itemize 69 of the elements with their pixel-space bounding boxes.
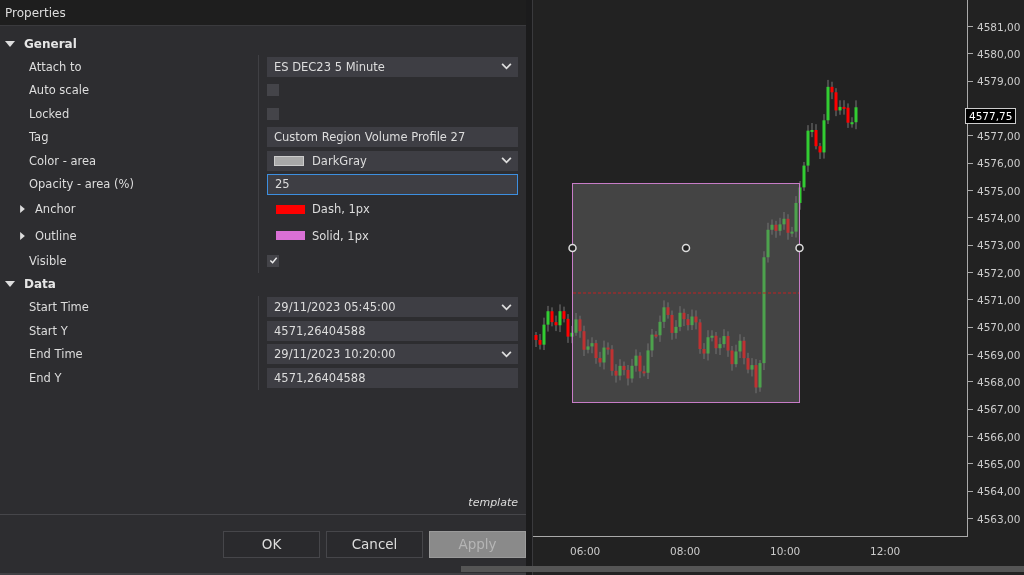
section-label: Data <box>24 277 56 291</box>
text-field[interactable]: 4571,26404588 <box>267 367 518 388</box>
chevron-icon <box>501 303 512 311</box>
property-label: Start Y <box>29 323 68 338</box>
section-label: General <box>24 36 77 51</box>
price-label: 4571,00 <box>977 293 1021 306</box>
property-label: Anchor <box>35 202 76 217</box>
price-label: 4569,00 <box>977 348 1021 361</box>
expander-icon[interactable] <box>5 279 15 289</box>
property-label: Opacity - area (%) <box>29 177 134 192</box>
price-label: 4580,00 <box>977 48 1021 60</box>
time-label: 06:00 <box>570 545 602 557</box>
price-label: 4576,00 <box>977 157 1021 170</box>
property-label: Locked <box>29 106 70 121</box>
checkbox[interactable] <box>267 84 279 97</box>
section-header[interactable]: Data <box>0 272 526 296</box>
dropdown-field[interactable]: 29/11/2023 05:45:00 <box>267 297 518 318</box>
expander-icon[interactable] <box>20 231 25 240</box>
property-label: Attach to <box>29 59 82 74</box>
price-label: 4573,00 <box>977 239 1021 252</box>
price-label: 4567,00 <box>977 403 1021 416</box>
input-field[interactable]: 25 <box>267 173 518 195</box>
chevron-icon <box>501 157 512 165</box>
template-link[interactable]: template <box>468 496 518 509</box>
price-label: 4575,00 <box>977 184 1021 197</box>
property-label: Auto scale <box>29 83 89 98</box>
price-label: 4579,00 <box>977 75 1021 88</box>
dialog-button[interactable]: OK <box>223 530 320 558</box>
scrollbar[interactable] <box>461 566 1024 572</box>
property-label: Outline <box>35 228 77 243</box>
property-label: Start Time <box>29 300 89 315</box>
price-label: 4568,00 <box>977 375 1021 388</box>
price-label: 4563,00 <box>977 512 1021 525</box>
checkbox[interactable] <box>267 254 279 267</box>
property-label: Color - area <box>29 153 97 168</box>
window-title: Properties <box>5 5 66 20</box>
price-label: 4577,00 <box>977 129 1021 142</box>
expander-icon[interactable] <box>5 38 15 49</box>
chevron-icon <box>501 63 512 71</box>
color-dropdown[interactable]: DarkGray <box>267 150 518 171</box>
current-price-marker: 4577,75 <box>965 108 1017 125</box>
section-header[interactable]: General <box>0 32 526 55</box>
chevron-icon <box>501 350 512 358</box>
resize-handle[interactable] <box>795 243 804 253</box>
resize-handle[interactable] <box>681 243 691 253</box>
resize-handle[interactable] <box>568 243 577 253</box>
property-label: End Time <box>29 347 83 362</box>
price-label: 4581,00 <box>977 20 1021 33</box>
dropdown-field[interactable]: 29/11/2023 10:20:00 <box>267 344 518 365</box>
stroke-value: Dash, 1px <box>312 202 370 217</box>
property-label: Visible <box>29 253 67 268</box>
price-label: 4564,00 <box>977 485 1021 498</box>
price-label: 4570,00 <box>977 321 1021 334</box>
property-label: End Y <box>29 370 62 385</box>
text-field[interactable]: Custom Region Volume Profile 27 <box>267 127 518 148</box>
stroke-value: Solid, 1px <box>312 228 369 243</box>
dropdown-field[interactable]: ES DEC23 5 Minute <box>267 56 518 77</box>
dialog-button[interactable]: Cancel <box>326 530 423 558</box>
time-label: 12:00 <box>870 545 902 557</box>
expander-icon[interactable] <box>20 205 25 214</box>
price-label: 4566,00 <box>977 430 1021 443</box>
time-label: 10:00 <box>770 545 802 557</box>
text-field[interactable]: 4571,26404588 <box>267 320 518 341</box>
price-label: 4565,00 <box>977 457 1021 470</box>
time-label: 08:00 <box>670 545 702 557</box>
price-label: 4572,00 <box>977 266 1021 279</box>
checkbox[interactable] <box>267 107 279 120</box>
price-label: 4574,00 <box>977 211 1021 224</box>
property-label: Tag <box>29 130 49 145</box>
